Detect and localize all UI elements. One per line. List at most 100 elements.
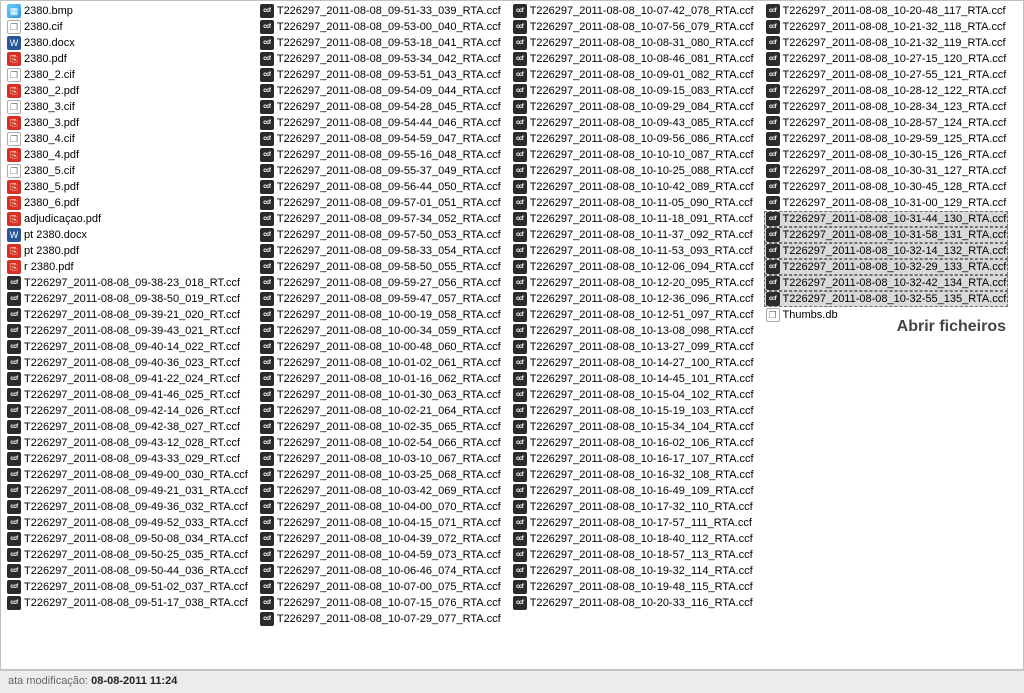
file-item[interactable]: ccfT226297_2011-08-08_10-04-00_070_RTA.c…: [258, 499, 503, 515]
file-item[interactable]: ccfT226297_2011-08-08_10-06-46_074_RTA.c…: [258, 563, 503, 579]
file-item[interactable]: ccfT226297_2011-08-08_10-20-48_117_RTA.c…: [764, 3, 1009, 19]
file-item[interactable]: ccfT226297_2011-08-08_09-49-36_032_RTA.c…: [5, 499, 250, 515]
file-item[interactable]: ccfT226297_2011-08-08_09-58-33_054_RTA.c…: [258, 243, 503, 259]
file-item[interactable]: ccfT226297_2011-08-08_10-16-02_106_RTA.c…: [511, 435, 756, 451]
file-item[interactable]: ccfT226297_2011-08-08_09-54-09_044_RTA.c…: [258, 83, 503, 99]
file-item[interactable]: ❐2380.cif: [5, 19, 250, 35]
file-item[interactable]: ⎘r 2380.pdf: [5, 259, 250, 275]
file-item[interactable]: ccfT226297_2011-08-08_10-01-30_063_RTA.c…: [258, 387, 503, 403]
file-item[interactable]: ccfT226297_2011-08-08_09-50-08_034_RTA.c…: [5, 531, 250, 547]
file-item[interactable]: ccfT226297_2011-08-08_10-09-29_084_RTA.c…: [511, 99, 756, 115]
file-item[interactable]: ccfT226297_2011-08-08_10-19-32_114_RTA.c…: [511, 563, 756, 579]
file-item[interactable]: ccfT226297_2011-08-08_10-29-59_125_RTA.c…: [764, 131, 1009, 147]
file-item[interactable]: ccfT226297_2011-08-08_10-11-18_091_RTA.c…: [511, 211, 756, 227]
file-item[interactable]: ccfT226297_2011-08-08_10-00-48_060_RTA.c…: [258, 339, 503, 355]
file-item[interactable]: ccfT226297_2011-08-08_10-16-17_107_RTA.c…: [511, 451, 756, 467]
file-item[interactable]: ccfT226297_2011-08-08_09-38-50_019_RT.cc…: [5, 291, 250, 307]
file-item[interactable]: ⎘2380.pdf: [5, 51, 250, 67]
file-item[interactable]: ccfT226297_2011-08-08_10-15-19_103_RTA.c…: [511, 403, 756, 419]
file-item[interactable]: ccfT226297_2011-08-08_09-59-47_057_RTA.c…: [258, 291, 503, 307]
file-item[interactable]: ccfT226297_2011-08-08_09-53-18_041_RTA.c…: [258, 35, 503, 51]
file-item[interactable]: ccfT226297_2011-08-08_10-13-27_099_RTA.c…: [511, 339, 756, 355]
file-item[interactable]: ccfT226297_2011-08-08_10-10-42_089_RTA.c…: [511, 179, 756, 195]
file-item[interactable]: ccfT226297_2011-08-08_09-40-36_023_RT.cc…: [5, 355, 250, 371]
file-item[interactable]: ⎘2380_4.pdf: [5, 147, 250, 163]
file-item[interactable]: ccfT226297_2011-08-08_10-00-34_059_RTA.c…: [258, 323, 503, 339]
file-item[interactable]: ❐2380_5.cif: [5, 163, 250, 179]
file-item[interactable]: ccfT226297_2011-08-08_10-02-35_065_RTA.c…: [258, 419, 503, 435]
file-item[interactable]: ccfT226297_2011-08-08_10-07-00_075_RTA.c…: [258, 579, 503, 595]
file-item[interactable]: ccfT226297_2011-08-08_10-09-56_086_RTA.c…: [511, 131, 756, 147]
file-item[interactable]: ccfT226297_2011-08-08_09-49-52_033_RTA.c…: [5, 515, 250, 531]
file-item[interactable]: ccfT226297_2011-08-08_10-16-32_108_RTA.c…: [511, 467, 756, 483]
file-item[interactable]: ccfT226297_2011-08-08_09-39-43_021_RT.cc…: [5, 323, 250, 339]
file-item[interactable]: ⎘pt 2380.pdf: [5, 243, 250, 259]
file-item[interactable]: ccfT226297_2011-08-08_09-53-51_043_RTA.c…: [258, 67, 503, 83]
file-item[interactable]: ccfT226297_2011-08-08_09-57-34_052_RTA.c…: [258, 211, 503, 227]
file-item[interactable]: ccfT226297_2011-08-08_10-19-48_115_RTA.c…: [511, 579, 756, 595]
file-item[interactable]: ccfT226297_2011-08-08_10-21-32_118_RTA.c…: [764, 19, 1009, 35]
file-item[interactable]: ccfT226297_2011-08-08_10-15-04_102_RTA.c…: [511, 387, 756, 403]
file-item[interactable]: ccfT226297_2011-08-08_10-16-49_109_RTA.c…: [511, 483, 756, 499]
file-item[interactable]: ccfT226297_2011-08-08_09-40-14_022_RT.cc…: [5, 339, 250, 355]
file-item[interactable]: ccfT226297_2011-08-08_10-30-15_126_RTA.c…: [764, 147, 1009, 163]
file-item[interactable]: ccfT226297_2011-08-08_10-12-51_097_RTA.c…: [511, 307, 756, 323]
file-item[interactable]: ccfT226297_2011-08-08_09-50-44_036_RTA.c…: [5, 563, 250, 579]
file-item[interactable]: ⎘2380_5.pdf: [5, 179, 250, 195]
file-item[interactable]: ccfT226297_2011-08-08_09-55-37_049_RTA.c…: [258, 163, 503, 179]
file-item[interactable]: ccfT226297_2011-08-08_10-32-29_133_RTA.c…: [764, 259, 1009, 275]
file-item[interactable]: Wpt 2380.docx: [5, 227, 250, 243]
file-item[interactable]: ▦2380.bmp: [5, 3, 250, 19]
file-item[interactable]: ccfT226297_2011-08-08_10-27-55_121_RTA.c…: [764, 67, 1009, 83]
file-item[interactable]: ccfT226297_2011-08-08_09-39-21_020_RT.cc…: [5, 307, 250, 323]
file-item[interactable]: ccfT226297_2011-08-08_09-51-17_038_RTA.c…: [5, 595, 250, 611]
file-list-pane[interactable]: ▦2380.bmp❐2380.cifW2380.docx⎘2380.pdf ❐23…: [0, 0, 1024, 670]
file-item[interactable]: ccfT226297_2011-08-08_10-09-01_082_RTA.c…: [511, 67, 756, 83]
file-item[interactable]: ccfT226297_2011-08-08_09-51-33_039_RTA.c…: [258, 3, 503, 19]
file-item[interactable]: ccfT226297_2011-08-08_10-20-33_116_RTA.c…: [511, 595, 756, 611]
file-item[interactable]: ccfT226297_2011-08-08_10-01-16_062_RTA.c…: [258, 371, 503, 387]
file-item[interactable]: ccfT226297_2011-08-08_10-30-45_128_RTA.c…: [764, 179, 1009, 195]
file-item[interactable]: ccfT226297_2011-08-08_10-10-25_088_RTA.c…: [511, 163, 756, 179]
file-item[interactable]: ccfT226297_2011-08-08_09-59-27_056_RTA.c…: [258, 275, 503, 291]
file-item[interactable]: ccfT226297_2011-08-08_09-57-50_053_RTA.c…: [258, 227, 503, 243]
file-item[interactable]: ⎘adjudicaçao.pdf: [5, 211, 250, 227]
file-item[interactable]: W2380.docx: [5, 35, 250, 51]
file-item[interactable]: ccfT226297_2011-08-08_10-28-57_124_RTA.c…: [764, 115, 1009, 131]
file-item[interactable]: ⎘2380_6.pdf: [5, 195, 250, 211]
file-item[interactable]: ccfT226297_2011-08-08_10-12-06_094_RTA.c…: [511, 259, 756, 275]
file-item[interactable]: ccfT226297_2011-08-08_10-07-15_076_RTA.c…: [258, 595, 503, 611]
file-item[interactable]: ccfT226297_2011-08-08_10-01-02_061_RTA.c…: [258, 355, 503, 371]
file-item[interactable]: ccfT226297_2011-08-08_10-08-31_080_RTA.c…: [511, 35, 756, 51]
file-item[interactable]: ccfT226297_2011-08-08_10-12-20_095_RTA.c…: [511, 275, 756, 291]
file-item[interactable]: ccfT226297_2011-08-08_09-38-23_018_RT.cc…: [5, 275, 250, 291]
file-item[interactable]: ccfT226297_2011-08-08_10-11-37_092_RTA.c…: [511, 227, 756, 243]
file-item[interactable]: ccfT226297_2011-08-08_10-10-10_087_RTA.c…: [511, 147, 756, 163]
file-item[interactable]: ccfT226297_2011-08-08_10-07-42_078_RTA.c…: [511, 3, 756, 19]
file-item[interactable]: ccfT226297_2011-08-08_09-43-33_029_RT.cc…: [5, 451, 250, 467]
file-item[interactable]: ccfT226297_2011-08-08_10-31-00_129_RTA.c…: [764, 195, 1009, 211]
file-item[interactable]: ccfT226297_2011-08-08_09-57-01_051_RTA.c…: [258, 195, 503, 211]
file-item[interactable]: ccfT226297_2011-08-08_10-00-19_058_RTA.c…: [258, 307, 503, 323]
file-item[interactable]: ccfT226297_2011-08-08_09-53-34_042_RTA.c…: [258, 51, 503, 67]
file-item[interactable]: ccfT226297_2011-08-08_10-11-53_093_RTA.c…: [511, 243, 756, 259]
file-item[interactable]: ccfT226297_2011-08-08_10-27-15_120_RTA.c…: [764, 51, 1009, 67]
file-item[interactable]: ccfT226297_2011-08-08_10-14-27_100_RTA.c…: [511, 355, 756, 371]
file-item[interactable]: ccfT226297_2011-08-08_10-32-55_135_RTA.c…: [764, 291, 1009, 307]
file-item[interactable]: ccfT226297_2011-08-08_10-31-58_131_RTA.c…: [764, 227, 1009, 243]
file-item[interactable]: ccfT226297_2011-08-08_09-49-00_030_RTA.c…: [5, 467, 250, 483]
file-item[interactable]: ccfT226297_2011-08-08_10-03-10_067_RTA.c…: [258, 451, 503, 467]
file-item[interactable]: ⎘2380_2.pdf: [5, 83, 250, 99]
file-item[interactable]: ccfT226297_2011-08-08_10-03-42_069_RTA.c…: [258, 483, 503, 499]
file-item[interactable]: ccfT226297_2011-08-08_10-04-59_073_RTA.c…: [258, 547, 503, 563]
file-item[interactable]: ccfT226297_2011-08-08_09-54-59_047_RTA.c…: [258, 131, 503, 147]
file-item[interactable]: ccfT226297_2011-08-08_10-03-25_068_RTA.c…: [258, 467, 503, 483]
file-item[interactable]: ccfT226297_2011-08-08_09-54-44_046_RTA.c…: [258, 115, 503, 131]
file-item[interactable]: ccfT226297_2011-08-08_10-09-15_083_RTA.c…: [511, 83, 756, 99]
file-item[interactable]: ccfT226297_2011-08-08_09-41-46_025_RT.cc…: [5, 387, 250, 403]
file-item[interactable]: ccfT226297_2011-08-08_09-58-50_055_RTA.c…: [258, 259, 503, 275]
file-item[interactable]: ccfT226297_2011-08-08_09-42-38_027_RT.cc…: [5, 419, 250, 435]
file-item[interactable]: ccfT226297_2011-08-08_10-32-42_134_RTA.c…: [764, 275, 1009, 291]
file-item[interactable]: ccfT226297_2011-08-08_09-43-12_028_RT.cc…: [5, 435, 250, 451]
file-item[interactable]: ccfT226297_2011-08-08_10-18-57_113_RTA.c…: [511, 547, 756, 563]
